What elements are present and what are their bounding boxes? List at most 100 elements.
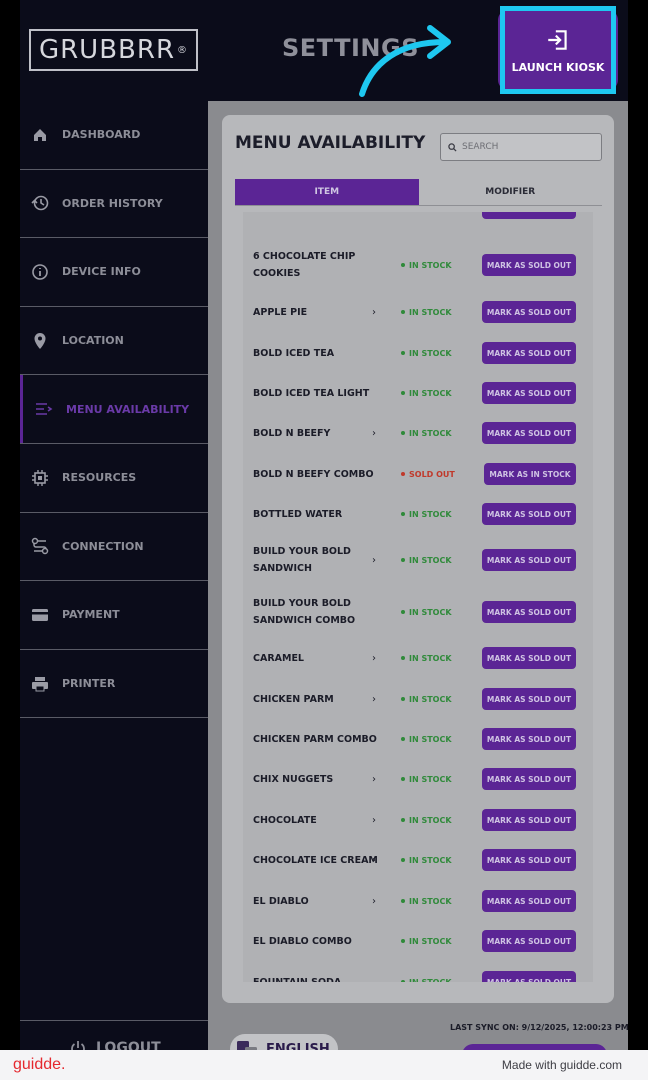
stock-status: IN STOCK (401, 308, 452, 317)
stock-status: IN STOCK (401, 937, 452, 946)
sidebar-item-label: ORDER HISTORY (62, 196, 163, 210)
mark-sold-out-button[interactable]: MARK AS SOLD OUT (482, 930, 576, 952)
mark-sold-out-button[interactable]: MARK AS SOLD OUT (482, 728, 576, 750)
list-item: BOLD N BEEFY COMBO SOLD OUT MARK AS IN STO… (243, 459, 593, 489)
list-item: BOLD N BEEFY › IN STOCK MARK AS SOLD OUT (243, 418, 593, 448)
stock-status: IN STOCK (401, 654, 452, 663)
search-input[interactable]: SEARCH (440, 133, 602, 161)
status-dot-icon (401, 858, 405, 862)
chevron-right-icon[interactable]: › (372, 653, 376, 664)
tab-item[interactable]: ITEM (235, 179, 419, 205)
tab-bar: ITEM MODIFIER (235, 179, 602, 206)
mark-sold-out-button[interactable]: MARK AS SOLD OUT (482, 890, 576, 912)
info-icon (30, 262, 50, 282)
sidebar-item-payment[interactable]: PAYMENT (20, 581, 208, 650)
sidebar-divider (20, 1020, 208, 1021)
status-dot-icon (401, 472, 405, 476)
status-dot-icon (401, 818, 405, 822)
app-root: GRUBBRR ® SETTINGS LAUNCH KIOSK DASHBOARD… (0, 0, 648, 1080)
mark-sold-out-button[interactable]: MARK AS SOLD OUT (482, 549, 576, 571)
stock-status: IN STOCK (401, 856, 452, 865)
sidebar-item-device-info[interactable]: DEVICE INFO (20, 238, 208, 307)
status-dot-icon (401, 980, 405, 982)
sidebar-item-connection[interactable]: CONNECTION (20, 513, 208, 582)
chevron-right-icon[interactable]: › (372, 855, 376, 866)
status-label: IN STOCK (409, 348, 452, 358)
mark-sold-out-button[interactable]: MARK AS SOLD OUT (482, 601, 576, 623)
status-label: IN STOCK (409, 653, 452, 663)
status-dot-icon (401, 351, 405, 355)
stock-status: IN STOCK (401, 389, 452, 398)
mark-sold-out-button[interactable]: MARK AS SOLD OUT (482, 503, 576, 525)
location-pin-icon (30, 331, 50, 351)
sidebar-item-resources[interactable]: RESOURCES (20, 444, 208, 513)
item-name: COOKIES (253, 212, 383, 217)
mark-sold-out-button[interactable]: MARK AS SOLD OUT (482, 422, 576, 444)
stock-status: IN STOCK (401, 977, 452, 983)
chevron-right-icon[interactable]: › (372, 428, 376, 439)
list-item: CHIX NUGGETS › IN STOCK MARK AS SOLD OUT (243, 764, 593, 794)
list-item: CHICKEN PARM COMBO IN STOCK MARK AS SOLD O… (243, 724, 593, 754)
logo-text: GRUBBRR (38, 35, 176, 65)
chip-icon (30, 468, 50, 488)
mark-sold-out-button[interactable]: MARK AS SOLD OUT (482, 849, 576, 871)
stock-status: IN STOCK (401, 429, 452, 438)
tab-modifier[interactable]: MODIFIER (419, 179, 603, 205)
chevron-right-icon[interactable]: › (372, 307, 376, 318)
sidebar-item-order-history[interactable]: ORDER HISTORY (20, 170, 208, 239)
list-item: BUILD YOUR BOLD SANDWICH › IN STOCK MARK AS… (243, 545, 593, 575)
mark-sold-out-button[interactable]: MARK AS SOLD OUT (482, 212, 576, 219)
tutorial-highlight-box (500, 6, 616, 94)
status-label: IN STOCK (409, 936, 452, 946)
status-label: IN STOCK (409, 509, 452, 519)
mark-sold-out-button[interactable]: MARK AS SOLD OUT (482, 688, 576, 710)
mark-sold-out-button[interactable]: MARK AS SOLD OUT (482, 342, 576, 364)
right-frame (628, 0, 648, 1050)
sidebar: DASHBOARD ORDER HISTORY DEVICE INFO LOCA… (20, 101, 208, 719)
chevron-right-icon[interactable]: › (372, 896, 376, 907)
sidebar-item-printer[interactable]: PRINTER (20, 650, 208, 719)
sidebar-item-location[interactable]: LOCATION (20, 307, 208, 376)
item-name: BOLD N BEEFY (253, 427, 331, 439)
mark-sold-out-button[interactable]: MARK AS SOLD OUT (482, 382, 576, 404)
status-dot-icon (401, 899, 405, 903)
mark-sold-out-button[interactable]: MARK AS SOLD OUT (482, 647, 576, 669)
list-item: BOLD ICED TEA LIGHT IN STOCK MARK AS SOLD … (243, 378, 593, 408)
status-label: IN STOCK (409, 734, 452, 744)
list-item: EL DIABLO COMBO IN STOCK MARK AS SOLD OUT (243, 926, 593, 956)
item-name: CHICKEN PARM (253, 693, 334, 705)
stock-status: IN STOCK (401, 261, 452, 270)
chevron-right-icon[interactable]: › (372, 555, 376, 566)
item-name: BUILD YOUR BOLD SANDWICH COMBO (253, 598, 356, 626)
list-item: CHOCOLATE ICE CREAM › IN STOCK MARK AS SOLD… (243, 845, 593, 875)
mark-sold-out-button[interactable]: MARK AS SOLD OUT (482, 809, 576, 831)
status-label: IN STOCK (409, 977, 452, 983)
sidebar-item-dashboard[interactable]: DASHBOARD (20, 101, 208, 170)
sidebar-item-menu-availability[interactable]: MENU AVAILABILITY (20, 375, 208, 444)
sidebar-item-label: MENU AVAILABILITY (66, 402, 190, 416)
item-list[interactable]: COOKIESIN STOCKMARK AS SOLD OUT6 CHOCOLA… (243, 212, 593, 982)
status-dot-icon (401, 263, 405, 267)
list-item: BOTTLED WATER IN STOCK MARK AS SOLD OUT (243, 499, 593, 529)
status-label: IN STOCK (409, 815, 452, 825)
mark-sold-out-button[interactable]: MARK AS SOLD OUT (482, 768, 576, 790)
search-placeholder: SEARCH (462, 142, 499, 152)
status-label: IN STOCK (409, 774, 452, 784)
item-name: CHICKEN PARM COMBO (253, 733, 377, 745)
status-dot-icon (401, 558, 405, 562)
mark-sold-out-button[interactable]: MARK AS SOLD OUT (482, 254, 576, 276)
mark-sold-out-button[interactable]: MARK AS SOLD OUT (482, 971, 576, 982)
guidde-logo: guidde. (13, 1056, 66, 1073)
search-icon (448, 142, 457, 152)
card-icon (30, 605, 50, 625)
list-item: CHOCOLATE › IN STOCK MARK AS SOLD OUT (243, 805, 593, 835)
list-item: EL DIABLO › IN STOCK MARK AS SOLD OUT (243, 886, 593, 916)
chevron-right-icon[interactable]: › (372, 815, 376, 826)
mark-sold-out-button[interactable]: MARK AS SOLD OUT (482, 301, 576, 323)
mark-in-stock-button[interactable]: MARK AS IN STOCK (484, 463, 576, 485)
status-dot-icon (401, 697, 405, 701)
chevron-right-icon[interactable]: › (372, 774, 376, 785)
sidebar-item-label: PRINTER (62, 677, 116, 691)
list-item: FOUNTAIN SODA IN STOCK MARK AS SOLD OUT (243, 967, 593, 982)
chevron-right-icon[interactable]: › (372, 694, 376, 705)
